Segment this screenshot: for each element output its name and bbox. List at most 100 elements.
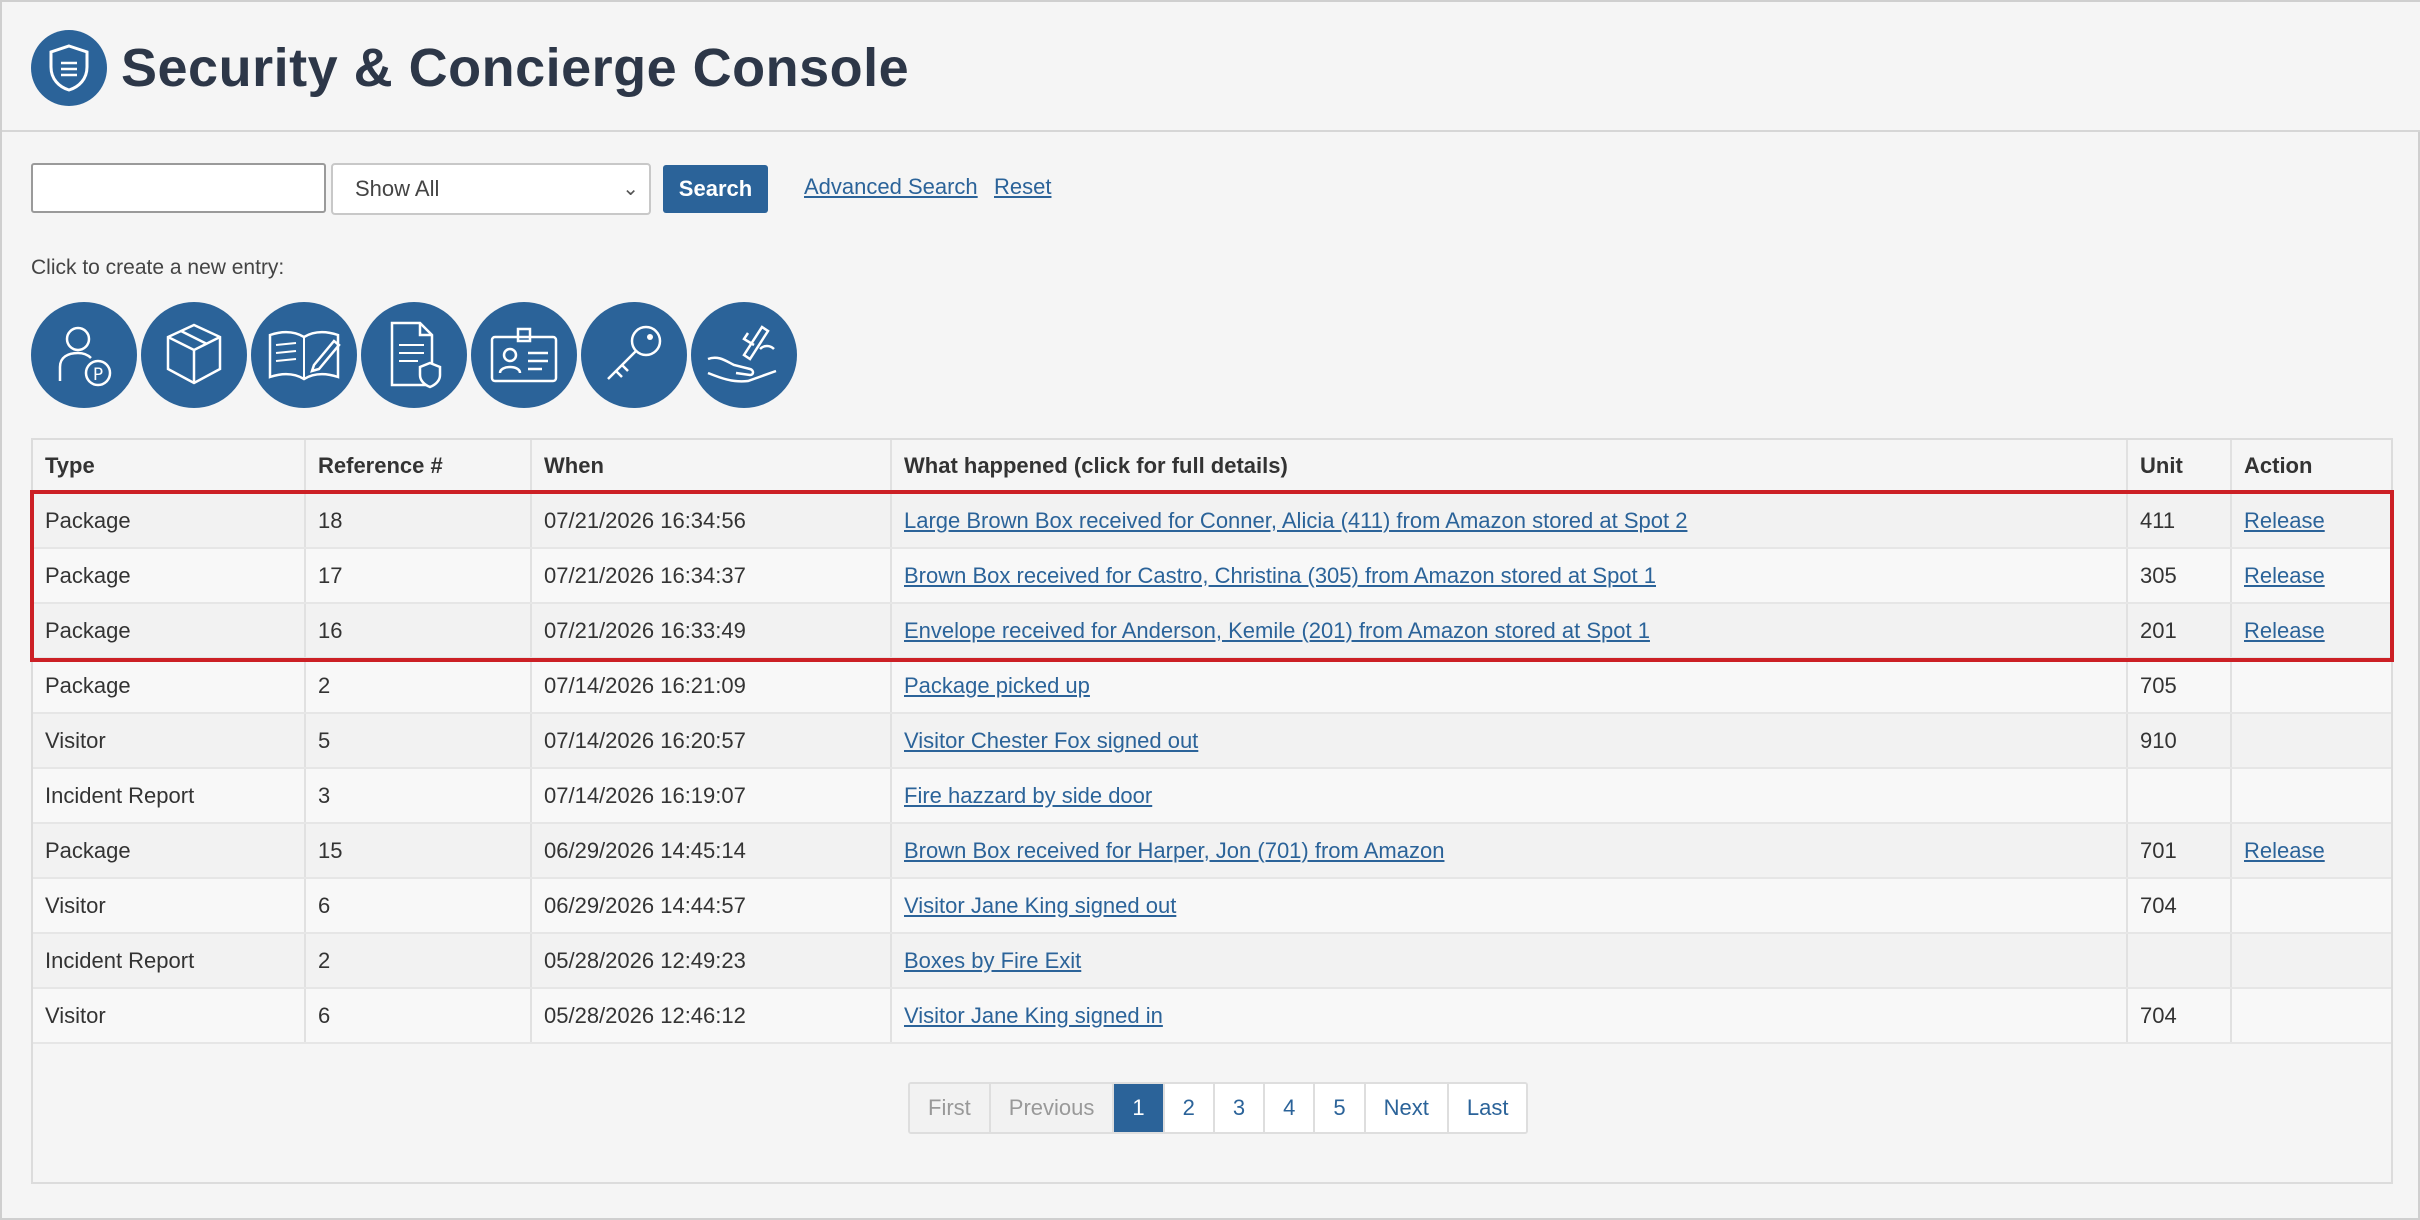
entry-details-link[interactable]: Package picked up xyxy=(904,673,1090,698)
key-icon xyxy=(607,325,662,380)
table-row: Incident Report 3 07/14/2026 16:19:07 Fi… xyxy=(33,768,2391,824)
cell-when: 05/28/2026 12:49:23 xyxy=(531,933,892,989)
column-header-unit[interactable]: Unit xyxy=(2127,440,2232,494)
pagination-page-4[interactable]: 4 xyxy=(1265,1084,1316,1132)
cell-unit: 704 xyxy=(2127,878,2232,934)
cell-reference: 6 xyxy=(305,988,532,1044)
column-header-action[interactable]: Action xyxy=(2231,440,2391,494)
table-row: Package 15 06/29/2026 14:45:14 Brown Box… xyxy=(33,823,2391,879)
entry-details-link[interactable]: Boxes by Fire Exit xyxy=(904,948,1081,973)
cell-action xyxy=(2231,713,2391,769)
cell-reference: 6 xyxy=(305,878,532,934)
cell-when: 07/21/2026 16:34:56 xyxy=(531,493,892,549)
release-link[interactable]: Release xyxy=(2244,508,2325,533)
cell-action xyxy=(2231,933,2391,989)
entry-details-link[interactable]: Brown Box received for Castro, Christina… xyxy=(904,563,1656,588)
cell-what-happened: Brown Box received for Harper, Jon (701)… xyxy=(891,823,2128,879)
cell-type: Visitor xyxy=(33,713,306,769)
cell-type: Visitor xyxy=(33,988,306,1044)
release-link[interactable]: Release xyxy=(2244,618,2325,643)
app-frame: Security & Concierge Console Show All ⌄ … xyxy=(0,0,2420,1220)
cell-what-happened: Boxes by Fire Exit xyxy=(891,933,2128,989)
cell-when: 07/14/2026 16:19:07 xyxy=(531,768,892,824)
column-header-type[interactable]: Type xyxy=(33,440,306,494)
cell-when: 07/14/2026 16:21:09 xyxy=(531,658,892,714)
advanced-search-link[interactable]: Advanced Search xyxy=(804,174,978,200)
create-id-badge-button[interactable] xyxy=(471,302,577,408)
create-visitor-parking-button[interactable]: P xyxy=(31,302,137,408)
cell-action: Release xyxy=(2231,603,2391,659)
column-header-what-happened[interactable]: What happened (click for full details) xyxy=(891,440,2128,494)
cell-unit: 305 xyxy=(2127,548,2232,604)
table-row: Package 18 07/21/2026 16:34:56 Large Bro… xyxy=(33,493,2391,549)
cell-action xyxy=(2231,768,2391,824)
filter-select[interactable]: Show All ⌄ xyxy=(331,163,651,215)
entries-table: Type Reference # When What happened (cli… xyxy=(33,440,2391,1044)
cell-when: 07/21/2026 16:34:37 xyxy=(531,548,892,604)
cell-type: Incident Report xyxy=(33,768,306,824)
pagination-first[interactable]: First xyxy=(910,1084,991,1132)
create-incident-report-button[interactable] xyxy=(361,302,467,408)
table-row: Incident Report 2 05/28/2026 12:49:23 Bo… xyxy=(33,933,2391,989)
chevron-down-icon: ⌄ xyxy=(622,178,639,200)
cell-what-happened: Brown Box received for Castro, Christina… xyxy=(891,548,2128,604)
shield-icon xyxy=(31,30,107,106)
cell-what-happened: Visitor Chester Fox signed out xyxy=(891,713,2128,769)
search-button[interactable]: Search xyxy=(663,165,768,213)
pagination-page-5[interactable]: 5 xyxy=(1315,1084,1366,1132)
create-entry-label: Click to create a new entry: xyxy=(31,256,285,279)
pagination-page-2[interactable]: 2 xyxy=(1164,1084,1215,1132)
cell-unit: 705 xyxy=(2127,658,2232,714)
entry-details-link[interactable]: Brown Box received for Harper, Jon (701)… xyxy=(904,838,1444,863)
id-badge-icon xyxy=(490,327,558,383)
cell-type: Incident Report xyxy=(33,933,306,989)
release-link[interactable]: Release xyxy=(2244,563,2325,588)
handshake-sign-icon xyxy=(707,325,777,383)
cell-unit: 910 xyxy=(2127,713,2232,769)
page-title: Security & Concierge Console xyxy=(121,38,910,98)
header: Security & Concierge Console xyxy=(2,2,2420,132)
reset-link[interactable]: Reset xyxy=(994,174,1051,200)
entry-details-link[interactable]: Visitor Jane King signed in xyxy=(904,1003,1163,1028)
pagination-last[interactable]: Last xyxy=(1448,1084,1527,1132)
cell-when: 05/28/2026 12:46:12 xyxy=(531,988,892,1044)
pagination-previous[interactable]: Previous xyxy=(990,1084,1115,1132)
pagination-page-1[interactable]: 1 xyxy=(1114,1084,1165,1132)
cell-action xyxy=(2231,658,2391,714)
entry-details-link[interactable]: Visitor Chester Fox signed out xyxy=(904,728,1198,753)
cell-reference: 18 xyxy=(305,493,532,549)
cell-action xyxy=(2231,988,2391,1044)
cell-reference: 3 xyxy=(305,768,532,824)
pagination: First Previous 1 2 3 4 5 Next Last xyxy=(908,1082,1529,1134)
visitor-parking-icon: P xyxy=(58,326,112,387)
cell-unit: 201 xyxy=(2127,603,2232,659)
create-logbook-button[interactable] xyxy=(251,302,357,408)
cell-what-happened: Visitor Jane King signed out xyxy=(891,878,2128,934)
cell-type: Visitor xyxy=(33,878,306,934)
cell-unit xyxy=(2127,768,2232,824)
cell-when: 07/14/2026 16:20:57 xyxy=(531,713,892,769)
pagination-next[interactable]: Next xyxy=(1365,1084,1449,1132)
table-header-row: Type Reference # When What happened (cli… xyxy=(33,440,2391,494)
table-row: Visitor 6 06/29/2026 14:44:57 Visitor Ja… xyxy=(33,878,2391,934)
table-row: Package 16 07/21/2026 16:33:49 Envelope … xyxy=(33,603,2391,659)
cell-action: Release xyxy=(2231,548,2391,604)
cell-reference: 5 xyxy=(305,713,532,769)
create-key-button[interactable] xyxy=(581,302,687,408)
incident-report-icon xyxy=(390,321,442,389)
cell-action xyxy=(2231,878,2391,934)
search-input[interactable] xyxy=(31,163,326,213)
release-link[interactable]: Release xyxy=(2244,838,2325,863)
table-row: Package 2 07/14/2026 16:21:09 Package pi… xyxy=(33,658,2391,714)
cell-when: 06/29/2026 14:45:14 xyxy=(531,823,892,879)
entry-details-link[interactable]: Large Brown Box received for Conner, Ali… xyxy=(904,508,1687,533)
pagination-page-3[interactable]: 3 xyxy=(1214,1084,1266,1132)
create-sign-agreement-button[interactable] xyxy=(691,302,797,408)
filter-select-value: Show All xyxy=(355,176,440,201)
entry-details-link[interactable]: Envelope received for Anderson, Kemile (… xyxy=(904,618,1650,643)
column-header-when[interactable]: When xyxy=(531,440,892,494)
column-header-reference[interactable]: Reference # xyxy=(305,440,532,494)
create-package-button[interactable] xyxy=(141,302,247,408)
entry-details-link[interactable]: Visitor Jane King signed out xyxy=(904,893,1176,918)
entry-details-link[interactable]: Fire hazzard by side door xyxy=(904,783,1152,808)
